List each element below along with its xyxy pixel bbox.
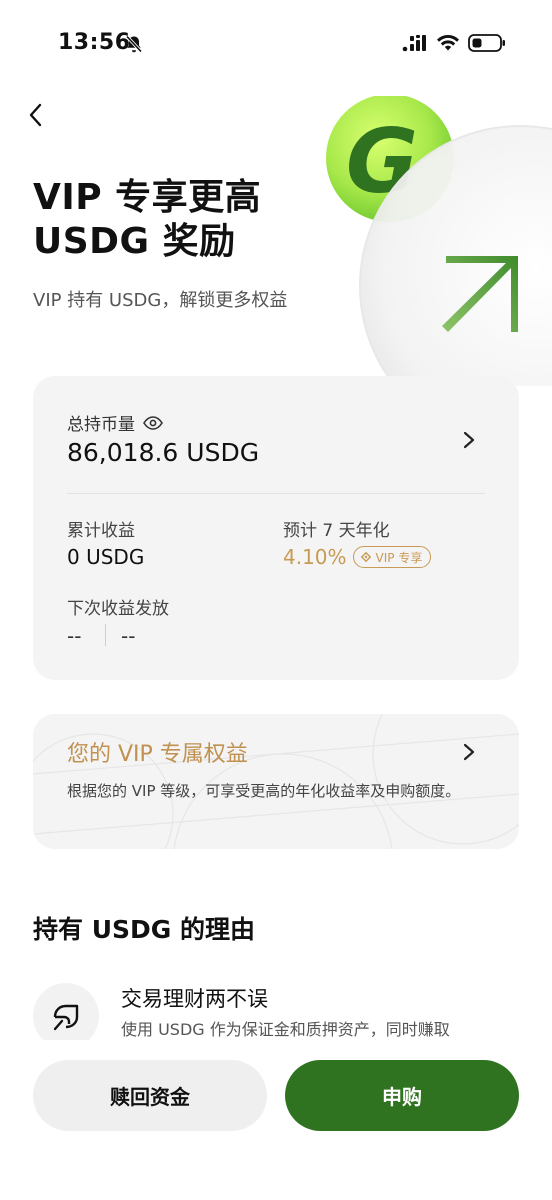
apy-label: 预计 7 天年化 — [283, 521, 390, 541]
card-divider — [67, 493, 485, 494]
vip-badge-label: VIP 专享 — [375, 550, 423, 565]
next-payout-label: 下次收益发放 — [67, 599, 169, 619]
cellular-signal-icon — [402, 35, 426, 52]
next-payout-amount: -- — [121, 624, 136, 648]
back-arrow-icon[interactable] — [22, 100, 52, 130]
status-bar: 13:56 — [0, 0, 552, 90]
apy-value: 4.10% — [283, 545, 347, 569]
wifi-icon — [437, 34, 459, 51]
next-payout-date: -- — [67, 624, 82, 648]
chevron-right-icon[interactable] — [461, 742, 477, 762]
eye-icon[interactable] — [143, 415, 163, 430]
holdings-card[interactable]: 总持币量 86,018.6 USDG 累计收益 0 USDG 预计 7 天年化 … — [33, 376, 519, 680]
subscribe-button[interactable]: 申购 — [285, 1060, 519, 1131]
vip-benefits-description: 根据您的 VIP 等级，可享受更高的年化收益率及申购额度。 — [67, 782, 461, 800]
bottom-action-bar: 赎回资金 申购 — [0, 1040, 552, 1200]
page-subtitle: VIP 持有 USDG，解锁更多权益 — [33, 290, 288, 311]
vip-benefits-card[interactable]: 您的 VIP 专属权益 根据您的 VIP 等级，可享受更高的年化收益率及申购额度… — [33, 714, 519, 849]
total-holdings-label-row: 总持币量 — [67, 410, 163, 435]
vip-benefits-title: 您的 VIP 专属权益 — [67, 742, 248, 767]
reason-item-description: 使用 USDG 作为保证金和质押资产，同时赚取 — [121, 1020, 450, 1039]
bell-off-icon — [125, 35, 143, 53]
cumulative-earnings-label: 累计收益 — [67, 521, 135, 541]
vip-exclusive-badge: VIP 专享 — [352, 546, 432, 568]
redeem-button[interactable]: 赎回资金 — [33, 1060, 267, 1131]
reason-item-title: 交易理财两不误 — [121, 987, 268, 1011]
vip-diamond-icon — [360, 551, 371, 563]
usdg-hero-illustration: G — [326, 96, 552, 386]
separator — [105, 624, 106, 646]
status-indicators — [402, 33, 506, 53]
total-holdings-value: 86,018.6 USDG — [67, 438, 260, 467]
status-time: 13:56 — [58, 30, 131, 55]
cumulative-earnings-value: 0 USDG — [67, 545, 145, 569]
battery-icon — [468, 34, 505, 52]
apy-row: 4.10% VIP 专享 — [283, 545, 432, 569]
total-holdings-label: 总持币量 — [67, 415, 135, 435]
chevron-right-icon[interactable] — [461, 430, 477, 450]
page-title: VIP 专享更高 USDG 奖励 — [33, 177, 262, 262]
reasons-heading: 持有 USDG 的理由 — [33, 915, 255, 944]
